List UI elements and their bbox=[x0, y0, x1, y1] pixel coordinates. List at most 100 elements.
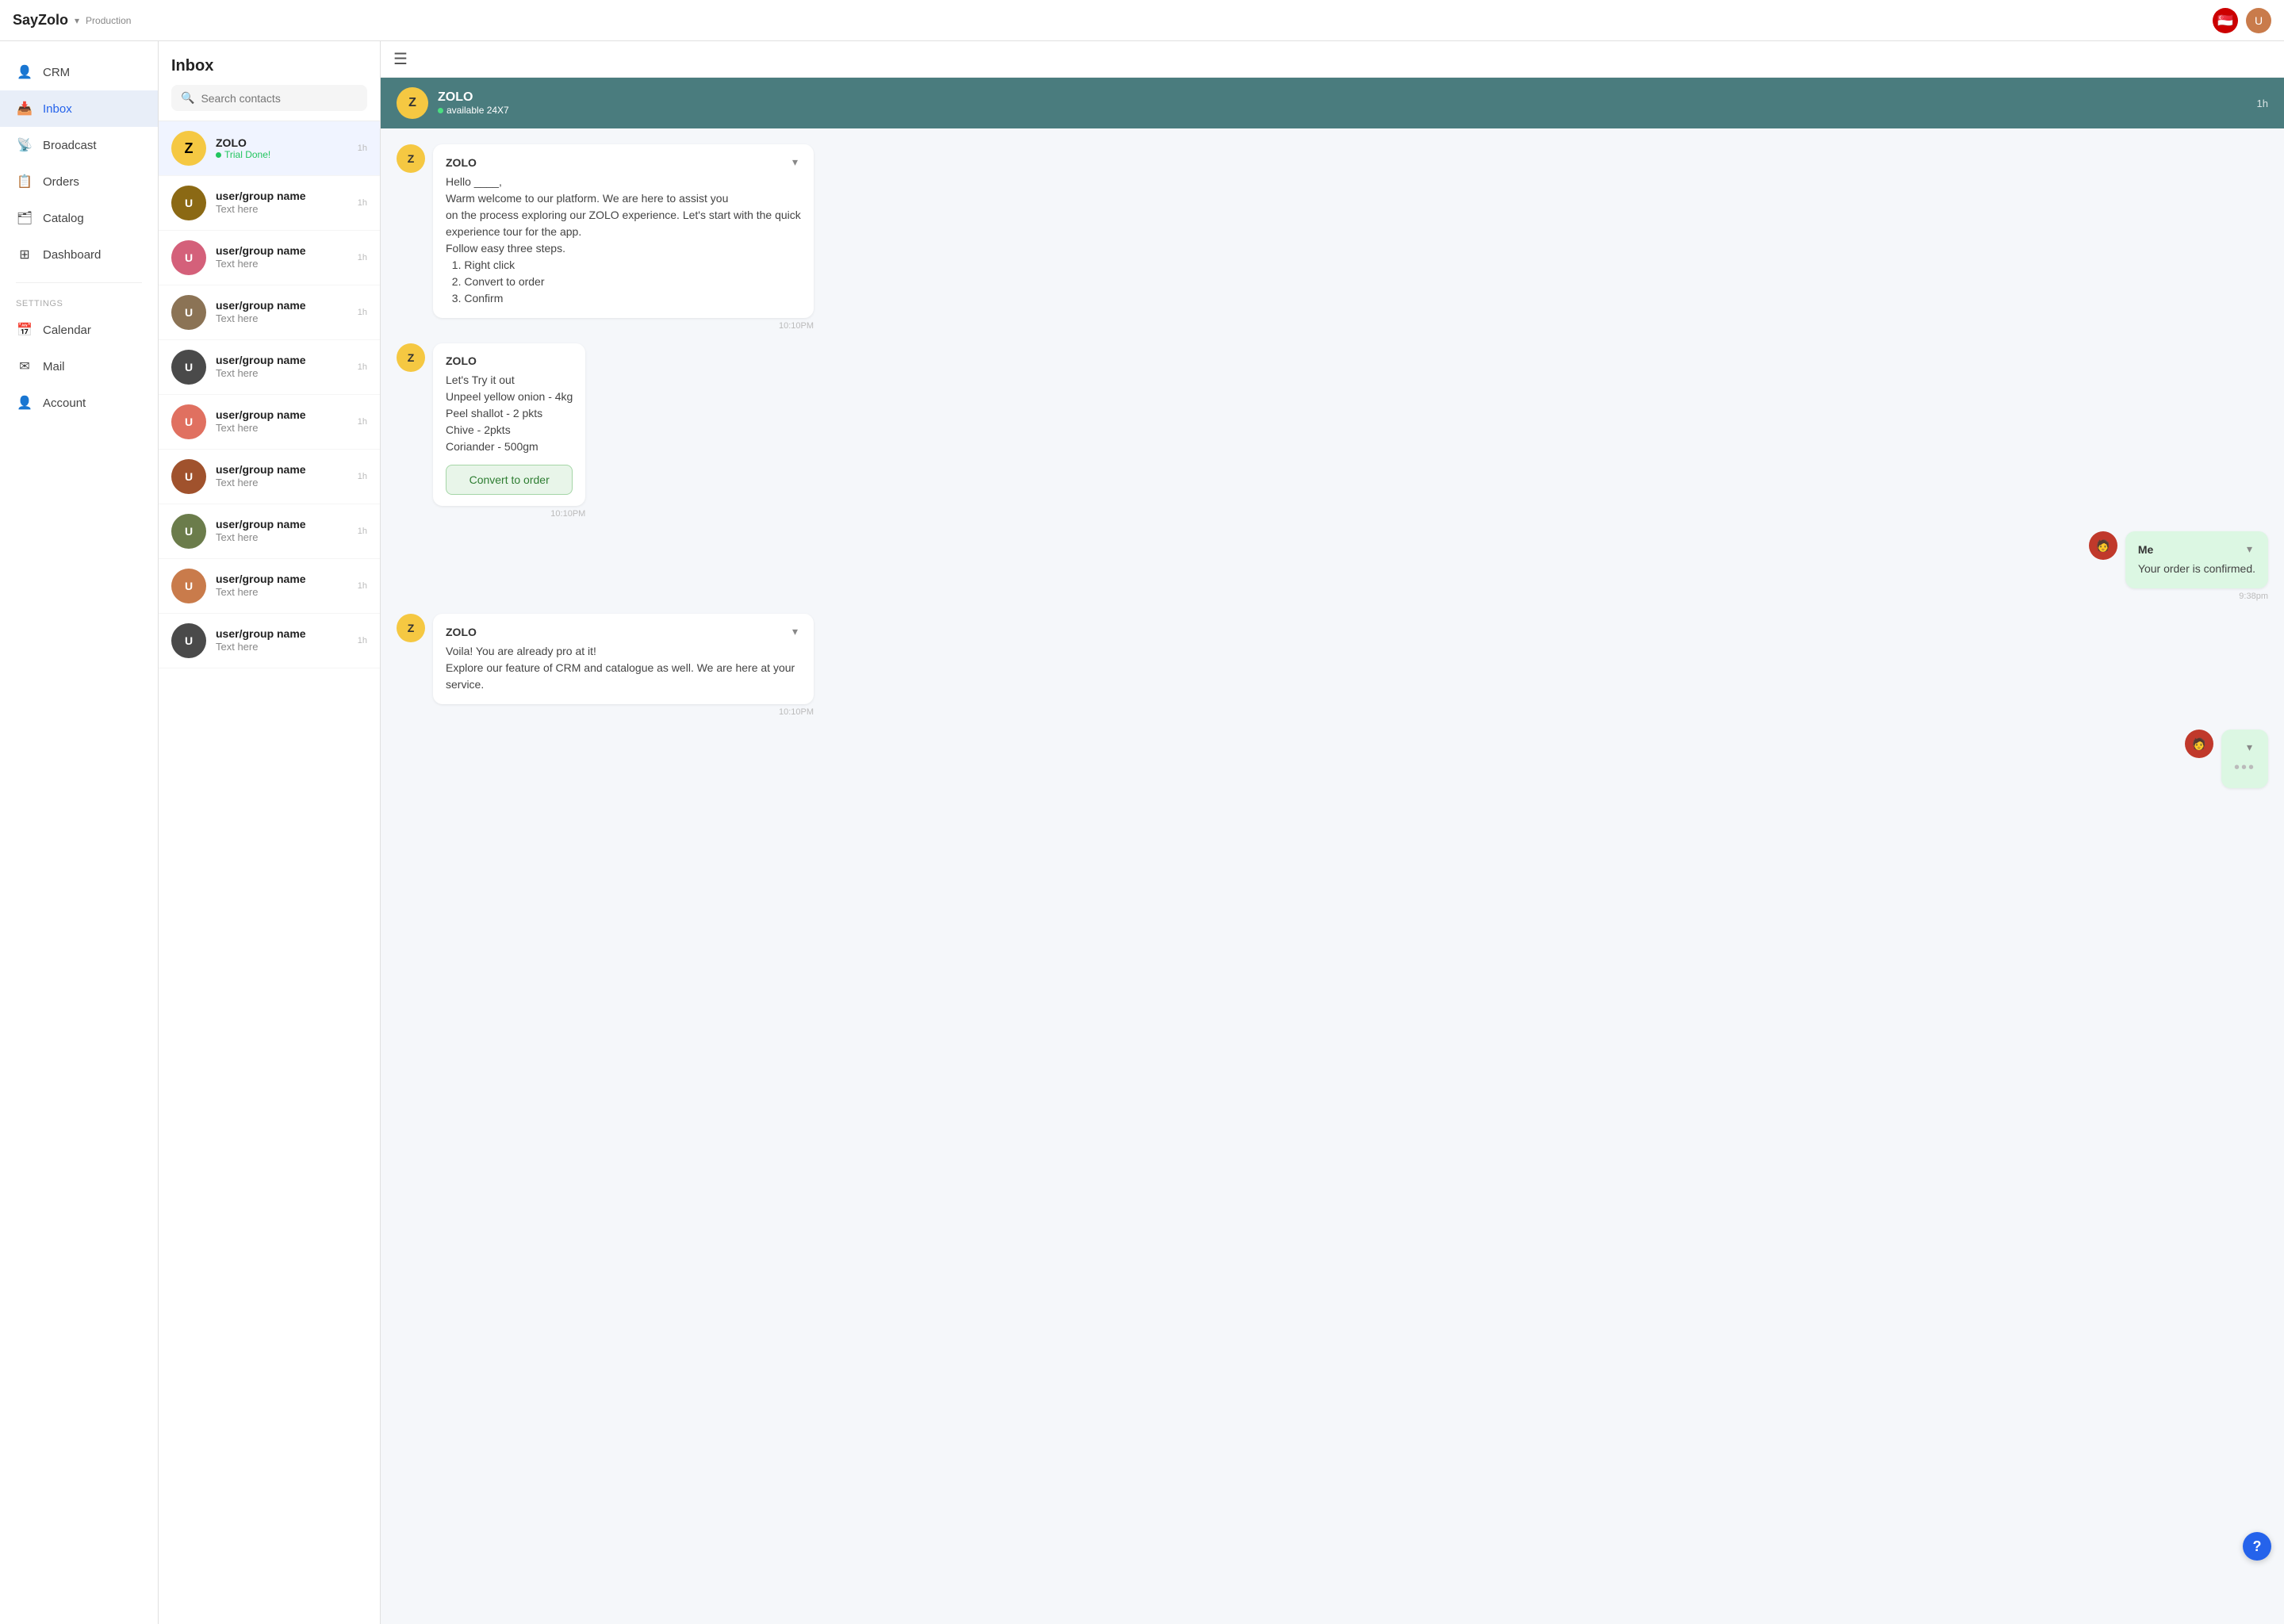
message-avatar: Z bbox=[397, 343, 425, 372]
contact-info: user/group name Text here bbox=[216, 354, 348, 381]
brand-sub: Production bbox=[86, 15, 131, 26]
sidebar-nav: 👤 CRM📥 Inbox📡 Broadcast📋 Orders🗂 Catalog… bbox=[0, 54, 158, 273]
topbar-left: SayZolo ▾ Production bbox=[13, 12, 131, 29]
sender-name: ZOLO bbox=[446, 156, 477, 169]
brand-name: SayZolo bbox=[13, 12, 68, 29]
status-dot bbox=[438, 108, 443, 113]
chat-menubar: ☰ bbox=[381, 41, 2284, 78]
contact-item[interactable]: U user/group name Text here 1h bbox=[159, 614, 380, 668]
contact-preview: Text here bbox=[216, 203, 258, 215]
chat-header-avatar: Z bbox=[397, 87, 428, 119]
chat-header-time: 1h bbox=[2257, 98, 2268, 109]
contact-item[interactable]: U user/group name Text here 1h bbox=[159, 504, 380, 559]
sidebar-divider bbox=[16, 282, 142, 283]
contact-info: user/group name Text here bbox=[216, 627, 348, 654]
contact-item[interactable]: U user/group name Text here 1h bbox=[159, 340, 380, 395]
contact-time: 1h bbox=[358, 308, 367, 317]
crm-icon: 👤 bbox=[16, 63, 33, 81]
contact-panel: Inbox 🔍 Z ZOLO Trial Done! 1hU user/grou… bbox=[159, 41, 381, 1624]
topbar-right: 🇸🇬 U bbox=[2213, 8, 2271, 33]
sidebar-label-crm: CRM bbox=[43, 66, 70, 79]
contact-info: user/group name Text here bbox=[216, 573, 348, 599]
contact-name: user/group name bbox=[216, 627, 348, 640]
contact-info: user/group name Text here bbox=[216, 463, 348, 490]
contact-name: user/group name bbox=[216, 299, 348, 312]
contact-info: ZOLO Trial Done! bbox=[216, 136, 348, 160]
message-chevron[interactable]: ▾ bbox=[2244, 542, 2255, 556]
message-time: 9:38pm bbox=[2125, 592, 2268, 601]
search-input[interactable] bbox=[201, 92, 358, 105]
message-text: Voila! You are already pro at it! Explor… bbox=[446, 643, 801, 693]
message-bubble: ZOLOLet's Try it out Unpeel yellow onion… bbox=[433, 343, 585, 506]
contact-item[interactable]: U user/group name Text here 1h bbox=[159, 231, 380, 285]
contact-time: 1h bbox=[358, 581, 367, 591]
sidebar: 👤 CRM📥 Inbox📡 Broadcast📋 Orders🗂 Catalog… bbox=[0, 41, 159, 1624]
settings-label: SETTINGS bbox=[0, 293, 158, 312]
contact-name: user/group name bbox=[216, 573, 348, 585]
message-avatar: Z bbox=[397, 144, 425, 173]
sidebar-item-broadcast[interactable]: 📡 Broadcast bbox=[0, 127, 158, 163]
contact-item[interactable]: U user/group name Text here 1h bbox=[159, 395, 380, 450]
message-text: Let's Try it out Unpeel yellow onion - 4… bbox=[446, 372, 573, 455]
contact-item[interactable]: U user/group name Text here 1h bbox=[159, 285, 380, 340]
message-row: Z ZOLO ▾ Hello ____, Warm welcome to our pl… bbox=[397, 144, 2268, 331]
contact-preview: Text here bbox=[216, 531, 258, 543]
contact-panel-header: Inbox 🔍 bbox=[159, 41, 380, 121]
contact-item[interactable]: U user/group name Text here 1h bbox=[159, 559, 380, 614]
search-box: 🔍 bbox=[171, 85, 367, 111]
message-text: Your order is confirmed. bbox=[2138, 561, 2255, 577]
contact-item[interactable]: U user/group name Text here 1h bbox=[159, 450, 380, 504]
sidebar-settings-mail[interactable]: ✉ Mail bbox=[0, 348, 158, 385]
topbar: SayZolo ▾ Production 🇸🇬 U bbox=[0, 0, 2284, 41]
sidebar-settings-calendar[interactable]: 📅 Calendar bbox=[0, 312, 158, 348]
typing-chevron[interactable]: ▾ bbox=[2244, 741, 2255, 754]
flag-avatar[interactable]: 🇸🇬 bbox=[2213, 8, 2238, 33]
sidebar-item-crm[interactable]: 👤 CRM bbox=[0, 54, 158, 90]
sidebar-item-catalog[interactable]: 🗂 Catalog bbox=[0, 200, 158, 236]
contact-list: Z ZOLO Trial Done! 1hU user/group name T… bbox=[159, 121, 380, 1624]
contact-avatar: U bbox=[171, 514, 206, 549]
convert-to-order-button[interactable]: Convert to order bbox=[446, 465, 573, 495]
help-button[interactable]: ? bbox=[2243, 1532, 2271, 1561]
contact-time: 1h bbox=[358, 362, 367, 372]
inbox-title: Inbox bbox=[171, 57, 367, 75]
contact-name: user/group name bbox=[216, 408, 348, 421]
contact-name: ZOLO bbox=[216, 136, 348, 149]
contact-name: user/group name bbox=[216, 244, 348, 257]
brand-chevron[interactable]: ▾ bbox=[75, 15, 79, 26]
message-avatar: 🧑 bbox=[2089, 531, 2117, 560]
message-time: 10:10PM bbox=[433, 509, 585, 519]
calendar-icon: 📅 bbox=[16, 321, 33, 339]
sidebar-item-dashboard[interactable]: ⊞ Dashboard bbox=[0, 236, 158, 273]
contact-preview: Text here bbox=[216, 258, 258, 270]
contact-avatar: U bbox=[171, 295, 206, 330]
contact-preview: Text here bbox=[216, 312, 258, 324]
contact-avatar: Z bbox=[171, 131, 206, 166]
mail-icon: ✉ bbox=[16, 358, 33, 375]
message-text: Hello ____, Warm welcome to our platform… bbox=[446, 174, 801, 307]
contact-item[interactable]: Z ZOLO Trial Done! 1h bbox=[159, 121, 380, 176]
message-content: ZOLO▾Voila! You are already pro at it! E… bbox=[433, 614, 814, 717]
contact-time: 1h bbox=[358, 527, 367, 536]
contact-item[interactable]: U user/group name Text here 1h bbox=[159, 176, 380, 231]
menu-icon[interactable]: ☰ bbox=[393, 49, 408, 69]
contact-info: user/group name Text here bbox=[216, 299, 348, 326]
sidebar-settings-account[interactable]: 👤 Account bbox=[0, 385, 158, 421]
contact-info: user/group name Text here bbox=[216, 518, 348, 545]
sidebar-item-orders[interactable]: 📋 Orders bbox=[0, 163, 158, 200]
sidebar-item-inbox[interactable]: 📥 Inbox bbox=[0, 90, 158, 127]
message-chevron[interactable]: ▾ bbox=[789, 155, 801, 169]
contact-name: user/group name bbox=[216, 463, 348, 476]
message-chevron[interactable]: ▾ bbox=[789, 625, 801, 638]
search-icon: 🔍 bbox=[181, 91, 194, 105]
contact-avatar: U bbox=[171, 404, 206, 439]
message-row: Z ZOLOLet's Try it out Unpeel yellow onio… bbox=[397, 343, 2268, 519]
user-avatar[interactable]: U bbox=[2246, 8, 2271, 33]
contact-time: 1h bbox=[358, 636, 367, 645]
typing-dots: ••• bbox=[2234, 759, 2255, 777]
message-content: ZOLOLet's Try it out Unpeel yellow onion… bbox=[433, 343, 585, 519]
contact-preview: Text here bbox=[216, 422, 258, 434]
typing-avatar: 🧑 bbox=[2185, 730, 2213, 758]
sidebar-label-catalog: Catalog bbox=[43, 212, 84, 225]
contact-name: user/group name bbox=[216, 518, 348, 530]
